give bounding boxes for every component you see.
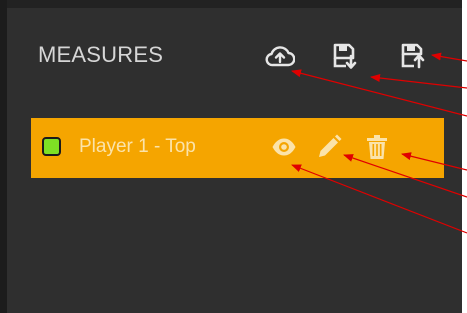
trash-icon (367, 135, 387, 159)
eye-icon (272, 138, 296, 156)
save-upload-icon (401, 43, 425, 69)
measure-label: Player 1 - Top (79, 136, 196, 157)
measure-color-swatch[interactable] (42, 137, 61, 156)
edit-measure-button[interactable] (314, 132, 344, 162)
panel-title: MEASURES (38, 42, 164, 67)
panel-left-border (0, 0, 7, 313)
delete-measure-button[interactable] (362, 132, 392, 162)
pencil-icon (319, 134, 342, 157)
measures-panel: MEASURES Player 1 - Top (0, 0, 462, 313)
cloud-upload-icon (265, 46, 295, 67)
measure-row-player-1-top[interactable]: Player 1 - Top (31, 118, 444, 178)
panel-top-border (0, 0, 462, 8)
save-download-icon (333, 43, 357, 69)
toggle-visibility-button[interactable] (269, 132, 299, 162)
save-upload-button[interactable] (397, 40, 429, 72)
save-download-button[interactable] (329, 40, 361, 72)
cloud-upload-button[interactable] (264, 40, 296, 72)
